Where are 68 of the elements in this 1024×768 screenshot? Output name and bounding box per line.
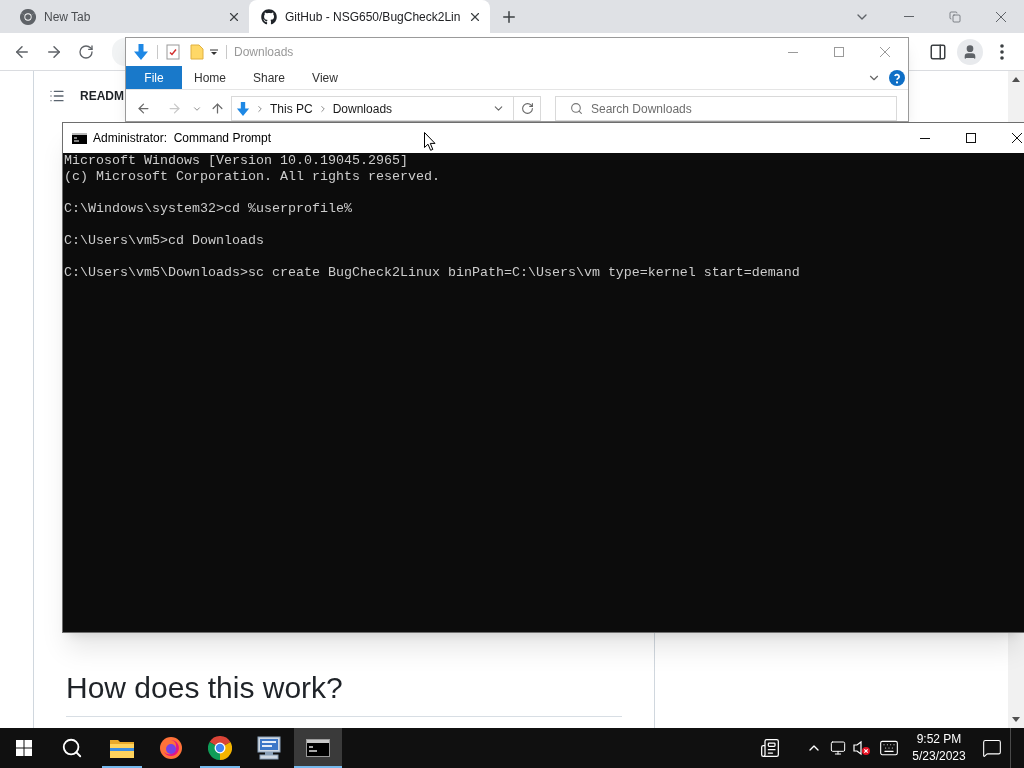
windows-logo-icon xyxy=(16,740,32,756)
taskbar-app-button[interactable] xyxy=(294,728,342,768)
scroll-down-icon xyxy=(1012,717,1020,722)
notification-icon xyxy=(982,738,1002,758)
maximize-icon xyxy=(834,47,844,57)
scroll-up-icon xyxy=(1012,77,1020,82)
octocat-icon xyxy=(261,8,277,25)
folder-icon xyxy=(110,738,134,758)
outline-button[interactable] xyxy=(49,88,65,104)
download-arrow-icon xyxy=(133,44,149,60)
scroll-up-button[interactable] xyxy=(1008,71,1024,88)
dropdown-icon xyxy=(209,47,219,57)
scroll-down-button[interactable] xyxy=(1008,711,1024,728)
window-title: Downloads xyxy=(234,44,294,61)
address-bar[interactable]: This PC Downloads xyxy=(231,96,541,121)
terminal-line: Microsoft Windows [Version 10.0.19045.2965] xyxy=(64,153,408,169)
minimize-icon xyxy=(788,51,798,53)
ribbon-tab[interactable]: Home xyxy=(182,66,238,89)
terminal-line: C:\Users\vm5\Downloads>sc create BugCheck2Linux binPath=C:\Users\vm type=kernel start=demand xyxy=(64,265,800,281)
terminal-icon xyxy=(306,739,330,757)
avatar-icon xyxy=(957,38,983,65)
file-menu-button[interactable]: File xyxy=(126,66,182,89)
chrome-icon xyxy=(208,736,232,760)
clock-button[interactable]: 9:52 PM 5/23/2023 xyxy=(904,728,974,768)
computer-icon xyxy=(256,736,282,760)
breadcrumb-item[interactable]: This PC xyxy=(270,99,313,118)
menu-icon xyxy=(1000,43,1004,60)
maximize-icon xyxy=(966,133,976,143)
chevron-right-icon xyxy=(255,103,265,114)
breadcrumb-item[interactable]: Downloads xyxy=(332,99,393,118)
ribbon-tab[interactable]: Share xyxy=(238,66,300,89)
terminal-line: C:\Windows\system32>cd %userprofile% xyxy=(64,201,352,217)
news-icon xyxy=(760,738,780,758)
close-icon xyxy=(996,11,1006,22)
terminal-line: (c) Microsoft Corporation. All rights reserved. xyxy=(64,169,440,185)
search-icon xyxy=(570,102,583,115)
refresh-icon xyxy=(520,102,534,115)
volume-muted-icon xyxy=(853,740,871,756)
side-panel-icon xyxy=(929,42,947,61)
close-icon xyxy=(880,47,890,57)
terminal-icon xyxy=(72,132,87,144)
download-arrow-icon xyxy=(236,100,250,117)
ribbon-tab[interactable]: View xyxy=(300,66,350,89)
restore-icon xyxy=(949,10,961,23)
firefox-icon xyxy=(159,736,183,760)
clock-date: 5/23/2023 xyxy=(912,748,966,765)
close-icon xyxy=(1012,133,1022,143)
checklist-icon xyxy=(166,44,180,60)
readme-title: READM xyxy=(80,88,124,105)
list-icon xyxy=(49,88,65,104)
search-icon xyxy=(61,737,83,759)
tab-title: GitHub - NSG650/BugCheck2Lin xyxy=(285,8,460,26)
help-icon xyxy=(889,69,905,86)
clock-time: 9:52 PM xyxy=(916,731,962,748)
minimize-icon xyxy=(904,16,914,17)
reload-icon xyxy=(78,43,94,60)
monitor-icon xyxy=(830,740,846,756)
search-field[interactable]: Search Downloads xyxy=(555,96,897,121)
browser-tab[interactable]: GitHub - NSG650/BugCheck2Lin xyxy=(249,0,490,33)
folder-icon xyxy=(190,44,204,60)
search-placeholder: Search Downloads xyxy=(591,100,692,118)
keyboard-icon xyxy=(879,738,899,758)
section-heading: How does this work? xyxy=(66,670,344,706)
terminal-line: C:\Users\vm5>cd Downloads xyxy=(64,233,264,249)
browser-logo-icon xyxy=(20,8,36,25)
minimize-icon xyxy=(920,137,930,139)
window-title: Administrator: Command Prompt xyxy=(93,130,272,147)
tab-title: New Tab xyxy=(44,8,92,26)
